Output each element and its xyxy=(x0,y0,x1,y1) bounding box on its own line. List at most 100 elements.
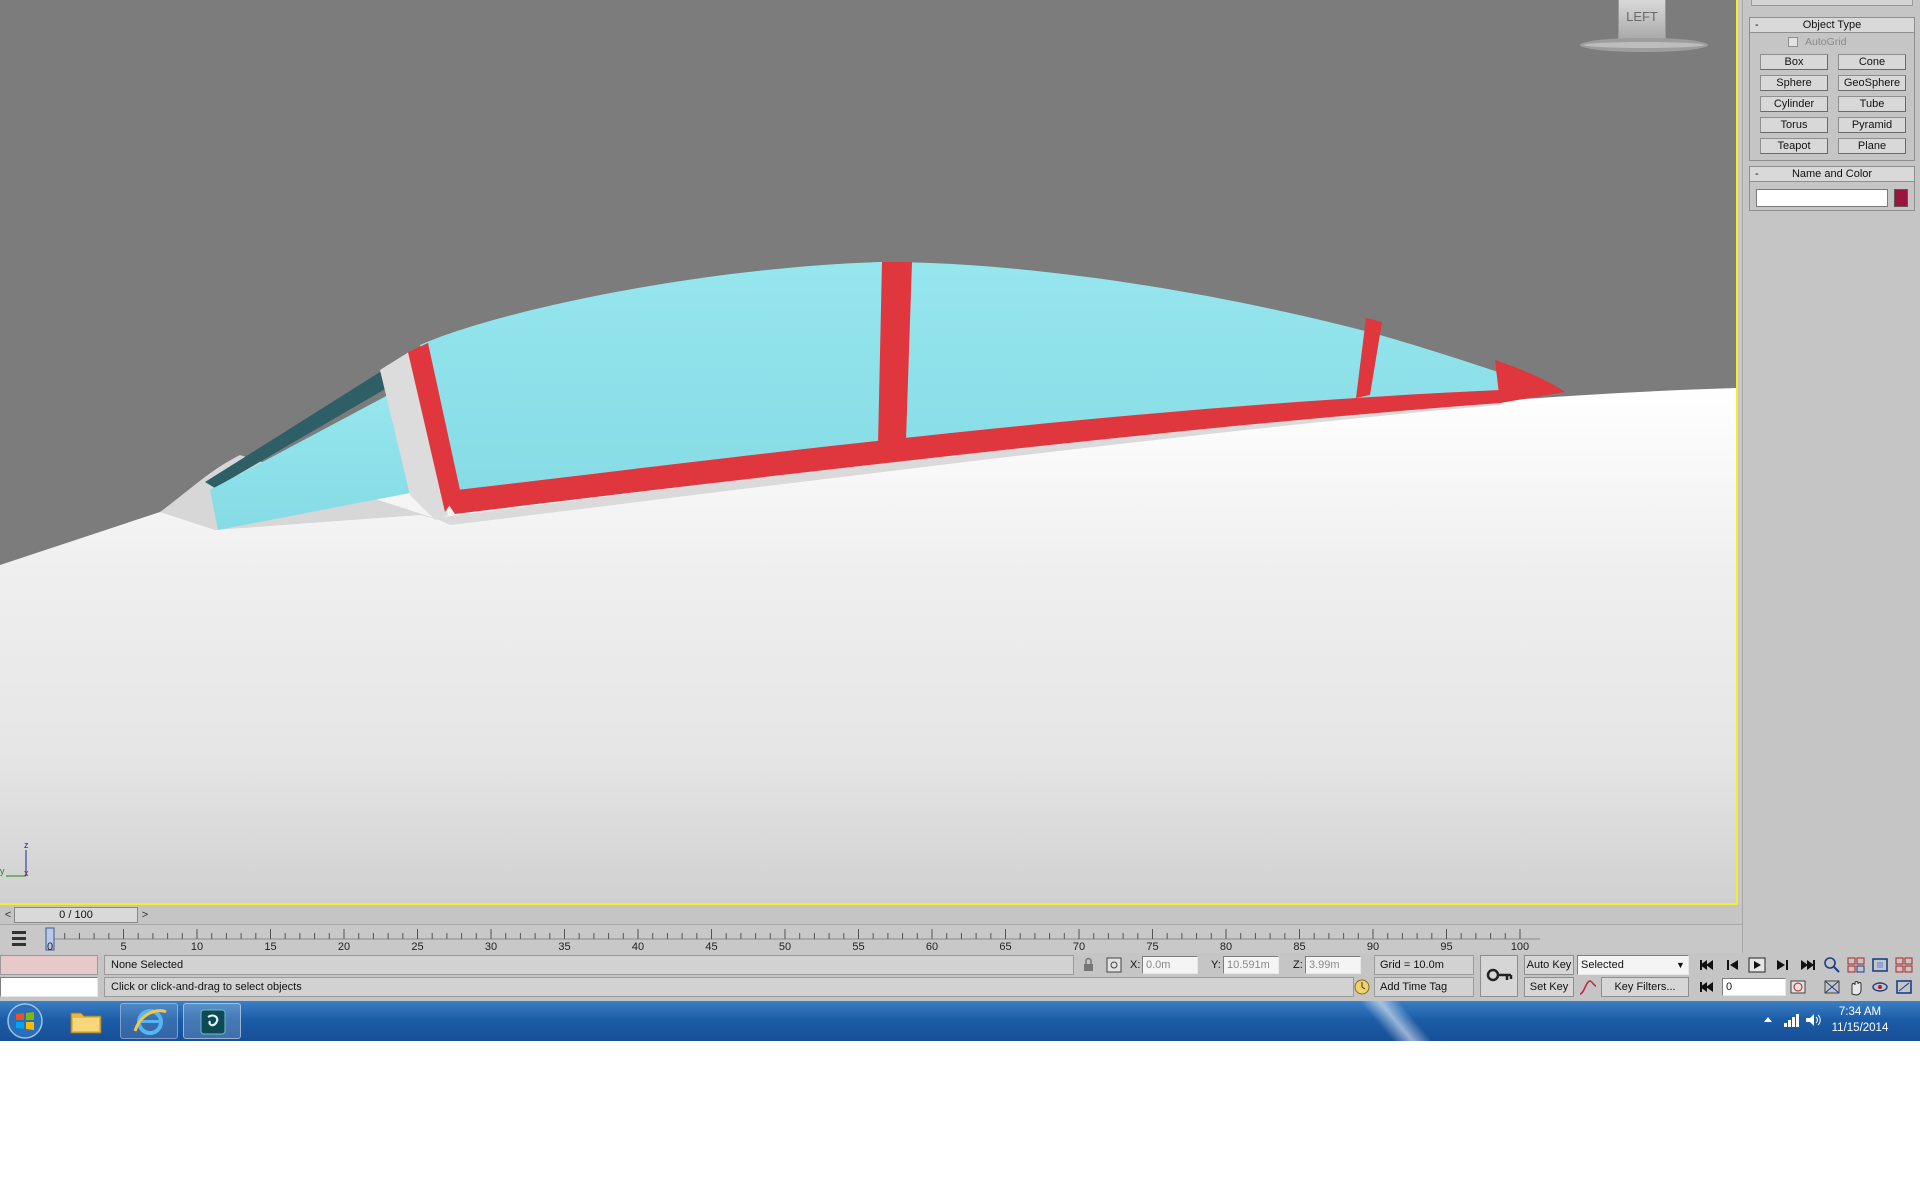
axis-label-y: y xyxy=(0,866,5,876)
axis-label-z: z xyxy=(24,840,29,850)
show-hidden-icons-icon[interactable] xyxy=(1762,1013,1774,1027)
geosphere-button[interactable]: GeoSphere xyxy=(1838,75,1906,91)
go-to-end-icon[interactable] xyxy=(1797,956,1817,974)
clock-time: 7:34 AM xyxy=(1838,1006,1882,1018)
field-of-view-icon[interactable] xyxy=(1822,978,1842,996)
grid-size-text: Grid = 10.0m xyxy=(1380,959,1444,971)
add-time-tag-field[interactable]: Add Time Tag xyxy=(1374,977,1474,997)
time-tag-icon[interactable] xyxy=(1352,978,1372,996)
viewcube-ring[interactable] xyxy=(1580,38,1708,52)
track-tick-label: 0 xyxy=(47,941,53,953)
track-tick-label: 75 xyxy=(1146,941,1158,953)
track-tick-label: 15 xyxy=(264,941,276,953)
name-color-header[interactable]: - Name and Color xyxy=(1750,167,1914,182)
network-icon[interactable] xyxy=(1782,1011,1800,1029)
zoom-icon[interactable] xyxy=(1822,956,1842,974)
z-coord-field[interactable]: 3.99m xyxy=(1305,956,1361,974)
maximize-viewport-icon[interactable] xyxy=(1894,978,1914,996)
cylinder-button[interactable]: Cylinder xyxy=(1760,96,1828,112)
key-mode-toggle-icon[interactable] xyxy=(1697,978,1717,996)
file-explorer-taskbar-button[interactable] xyxy=(57,1003,115,1039)
play-icon[interactable] xyxy=(1747,956,1767,974)
box-button[interactable]: Box xyxy=(1760,54,1828,70)
track-tick-label: 20 xyxy=(338,941,350,953)
track-tick-label: 30 xyxy=(485,941,497,953)
internet-explorer-icon xyxy=(133,1009,167,1035)
current-frame-value: 0 xyxy=(1726,981,1733,993)
blank-area xyxy=(0,1041,1920,1200)
chevron-down-icon[interactable]: ▼ xyxy=(1676,956,1685,974)
go-to-start-icon[interactable] xyxy=(1697,956,1717,974)
viewcube-face[interactable]: LEFT xyxy=(1618,0,1666,40)
scene-canvas[interactable] xyxy=(0,0,1738,905)
3ds-max-taskbar-button[interactable] xyxy=(183,1003,241,1039)
sphere-button[interactable]: Sphere xyxy=(1760,75,1828,91)
internet-explorer-taskbar-button[interactable] xyxy=(120,1003,178,1039)
previous-frame-icon[interactable] xyxy=(1723,956,1743,974)
track-tick-label: 80 xyxy=(1220,941,1232,953)
auto-key-button[interactable]: Auto Key xyxy=(1524,955,1574,975)
canopy-frame-tail xyxy=(1495,360,1565,403)
x-coord-field[interactable]: 0.0m xyxy=(1142,956,1198,974)
zoom-all-icon[interactable] xyxy=(1846,956,1866,974)
object-color-swatch[interactable] xyxy=(1894,189,1908,207)
object-type-header[interactable]: - Object Type xyxy=(1750,18,1914,33)
torus-button[interactable]: Torus xyxy=(1760,117,1828,133)
key-tangent-icon[interactable] xyxy=(1578,978,1598,996)
axis-label-x: x xyxy=(24,868,29,878)
key-filters-button[interactable]: Key Filters... xyxy=(1601,977,1689,997)
absolute-mode-icon[interactable] xyxy=(1104,956,1124,974)
pan-view-icon[interactable] xyxy=(1846,978,1866,996)
plane-button[interactable]: Plane xyxy=(1838,138,1906,154)
maxscript-input[interactable] xyxy=(0,977,98,997)
y-coord-label: Y: xyxy=(1211,959,1221,971)
3ds-max-icon xyxy=(200,1009,226,1035)
track-bar[interactable]: 5 10 15 20 25 30 35 40 45 50 55 60 65 70 75 80 85 90 95 100… xyxy=(0,925,1742,953)
taskbar: 7:34 AM 11/15/2014 xyxy=(0,1001,1920,1041)
teapot-button[interactable]: Teapot xyxy=(1760,138,1828,154)
system-clock[interactable]: 7:34 AM 11/15/2014 xyxy=(1820,1004,1900,1036)
autogrid-checkbox[interactable] xyxy=(1788,37,1798,47)
time-config-icon[interactable] xyxy=(1788,978,1808,996)
selection-status: None Selected xyxy=(111,959,184,971)
time-slider-prev[interactable]: < xyxy=(2,908,14,922)
zoom-extents-icon[interactable] xyxy=(1870,956,1890,974)
key-mode-dropdown[interactable]: Selected ▼ xyxy=(1577,955,1689,975)
set-keys-toggle[interactable] xyxy=(1480,955,1518,997)
prompt-text: Click or click-and-drag to select object… xyxy=(111,981,302,993)
command-panel-tabs[interactable] xyxy=(1751,0,1913,6)
viewport-left[interactable]: LEFT z y x xyxy=(0,0,1738,905)
prompt-line: Click or click-and-drag to select object… xyxy=(104,977,1354,997)
track-tick-label: 70 xyxy=(1073,941,1085,953)
time-slider-thumb[interactable]: 0 / 100 xyxy=(14,907,138,923)
track-tick-label: 95 xyxy=(1440,941,1452,953)
track-tick-label: 65 xyxy=(999,941,1011,953)
tube-button[interactable]: Tube xyxy=(1838,96,1906,112)
current-frame-spinner[interactable]: 0 xyxy=(1722,978,1786,996)
y-coord-field[interactable]: 10.591m xyxy=(1223,956,1279,974)
z-coord-label: Z: xyxy=(1293,959,1303,971)
object-name-field[interactable] xyxy=(1756,189,1888,207)
next-frame-icon[interactable] xyxy=(1772,956,1792,974)
x-coord-label: X: xyxy=(1130,959,1141,971)
set-key-button[interactable]: Set Key xyxy=(1524,977,1574,997)
track-tick-label: 100 xyxy=(1511,941,1529,953)
zoom-extents-all-icon[interactable] xyxy=(1894,956,1914,974)
time-slider[interactable]: < 0 / 100 > xyxy=(0,905,1742,925)
collapse-icon[interactable]: - xyxy=(1755,18,1759,32)
track-tick-label: 90 xyxy=(1367,941,1379,953)
axis-tripod-icon: z y x xyxy=(0,840,29,878)
maxscript-listener-mini[interactable] xyxy=(0,955,98,975)
lock-icon[interactable] xyxy=(1078,956,1098,974)
pyramid-button[interactable]: Pyramid xyxy=(1838,117,1906,133)
track-tick-label: 60 xyxy=(926,941,938,953)
orbit-icon[interactable] xyxy=(1870,978,1890,996)
cone-button[interactable]: Cone xyxy=(1838,54,1906,70)
track-ruler[interactable]: 5 10 15 20 25 30 35 40 45 50 55 60 65 70 75 80 85 90 95 100… xyxy=(0,925,1742,953)
name-color-title: Name and Color xyxy=(1791,168,1873,180)
track-tick-label: 25 xyxy=(411,941,423,953)
start-button-icon[interactable] xyxy=(4,1002,46,1040)
time-slider-next[interactable]: > xyxy=(139,908,151,922)
viewcube[interactable]: LEFT xyxy=(1580,0,1708,56)
collapse-icon[interactable]: - xyxy=(1755,167,1759,181)
